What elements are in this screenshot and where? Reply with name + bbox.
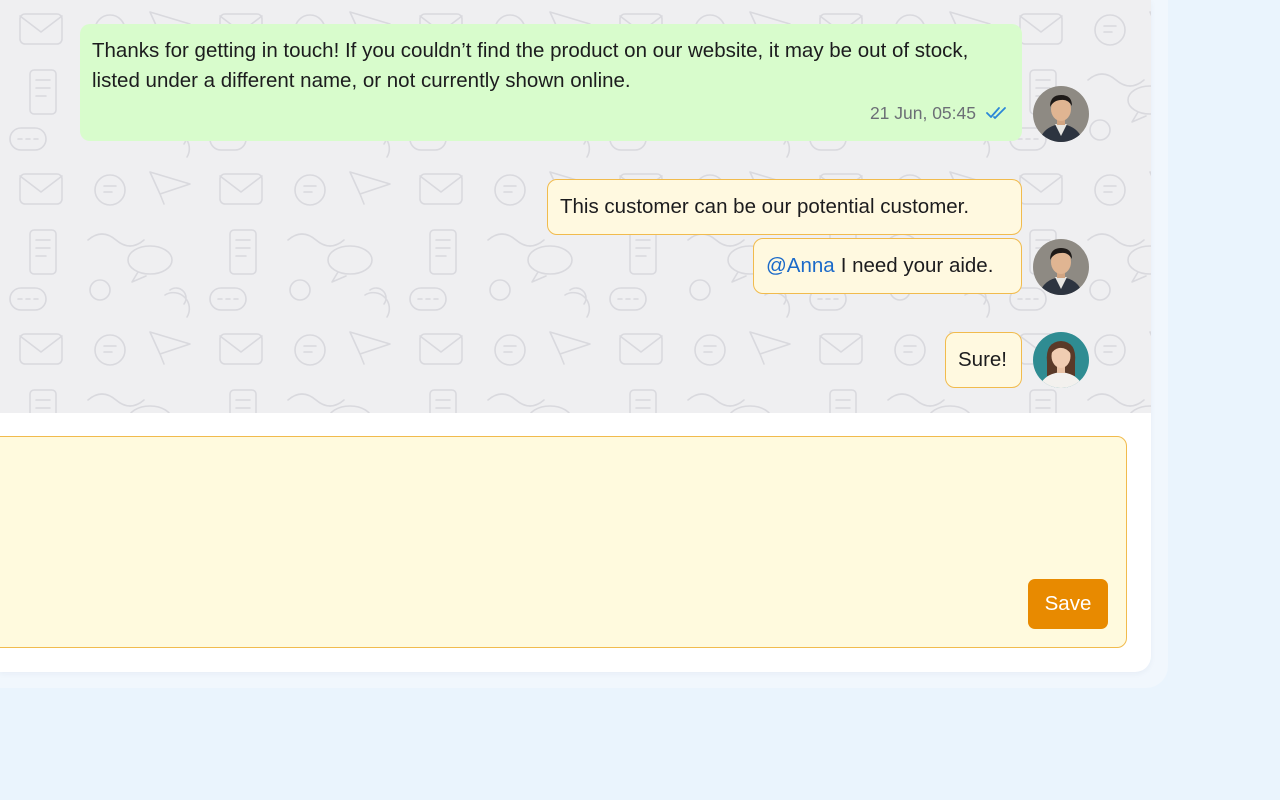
- avatar-man[interactable]: [1033, 239, 1089, 295]
- note-input[interactable]: [11, 451, 1011, 581]
- avatar-man[interactable]: [1033, 86, 1089, 142]
- message-meta: 21 Jun, 05:45: [870, 98, 1008, 128]
- avatar-man-image: [1033, 239, 1089, 295]
- agent-message-text: Thanks for getting in touch! If you coul…: [92, 39, 969, 92]
- note-editor: Save: [0, 436, 1127, 648]
- agent-message-bubble: Thanks for getting in touch! If you coul…: [80, 24, 1022, 141]
- internal-note-bubble: @Anna I need your aide.: [753, 238, 1022, 294]
- mention-tag[interactable]: @Anna: [766, 251, 835, 281]
- internal-note-bubble: This customer can be our potential custo…: [547, 179, 1022, 235]
- internal-note-bubble: Sure!: [945, 332, 1022, 388]
- double-check-icon: [986, 107, 1006, 119]
- avatar-woman-image: [1033, 332, 1089, 388]
- note-text: Sure!: [958, 348, 1007, 371]
- conversation-panel: Thanks for getting in touch! If you coul…: [0, 0, 1151, 672]
- chat-history[interactable]: Thanks for getting in touch! If you coul…: [0, 0, 1151, 413]
- message-timestamp: 21 Jun, 05:45: [869, 103, 976, 123]
- avatar-woman[interactable]: [1033, 332, 1089, 388]
- save-button[interactable]: Save: [1028, 579, 1108, 629]
- note-text: I need your aide.: [840, 254, 994, 277]
- note-text: This customer can be our potential custo…: [560, 195, 970, 218]
- avatar-man-image: [1033, 86, 1089, 142]
